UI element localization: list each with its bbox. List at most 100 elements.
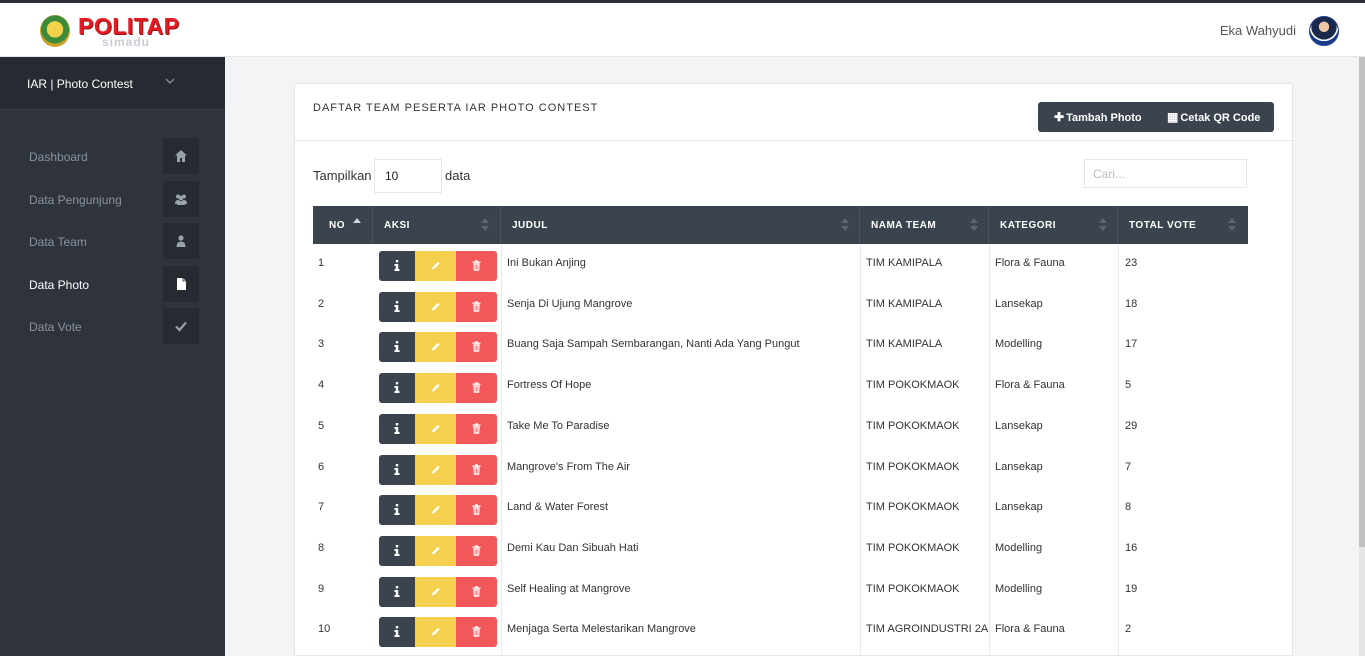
trash-icon xyxy=(472,504,481,515)
info-button[interactable] xyxy=(379,414,415,444)
cell-nama-team: TIM POKOKMAOK xyxy=(866,461,960,473)
table-row: 7 Land & Water Forest TIM POKOKMAOK Lans… xyxy=(313,488,1248,529)
info-icon xyxy=(394,260,400,271)
cell-total-vote: 2 xyxy=(1125,623,1132,635)
info-button[interactable] xyxy=(379,292,415,322)
cell-no: 7 xyxy=(318,501,325,513)
cell-total-vote: 16 xyxy=(1125,542,1138,554)
column-header-kategori[interactable]: KATEGORI xyxy=(989,206,1118,244)
cell-kategori: Modelling xyxy=(995,542,1043,554)
cell-judul: Take Me To Paradise xyxy=(507,420,610,432)
sidebar-item-data-vote[interactable]: Data Vote xyxy=(0,308,225,344)
trash-icon xyxy=(472,301,481,312)
column-header-nama-team[interactable]: NAMA TEAM xyxy=(860,206,989,244)
pencil-icon xyxy=(432,505,440,514)
column-header-total-vote[interactable]: TOTAL VOTE xyxy=(1118,206,1248,244)
delete-button[interactable] xyxy=(456,373,497,403)
trash-icon xyxy=(472,545,481,556)
politap-logo[interactable]: POLITAP simadu xyxy=(40,13,180,53)
column-header-judul[interactable]: JUDUL xyxy=(501,206,860,244)
delete-button[interactable] xyxy=(456,292,497,322)
info-button[interactable] xyxy=(379,577,415,607)
edit-button[interactable] xyxy=(415,373,456,403)
sidebar-item-label: Data Vote xyxy=(29,320,82,334)
edit-button[interactable] xyxy=(415,332,456,362)
pencil-icon xyxy=(432,261,440,270)
cell-kategori: Lansekap xyxy=(995,298,1043,310)
info-button[interactable] xyxy=(379,455,415,485)
cell-judul: Ini Bukan Anjing xyxy=(507,257,586,269)
info-button[interactable] xyxy=(379,495,415,525)
user-name[interactable]: Eka Wahyudi xyxy=(1220,23,1296,38)
sidebar-item-label: Data Photo xyxy=(29,278,90,292)
app-switcher[interactable]: IAR | Photo Contest xyxy=(0,57,225,110)
edit-button[interactable] xyxy=(415,414,456,444)
scrollbar-thumb[interactable] xyxy=(1359,57,1365,547)
cell-no: 8 xyxy=(318,542,325,554)
cell-no: 3 xyxy=(318,338,325,350)
info-icon xyxy=(394,626,400,637)
delete-button[interactable] xyxy=(456,332,497,362)
cell-judul: Senja Di Ujung Mangrove xyxy=(507,298,633,310)
add-photo-button[interactable]: ✚ Tambah Photo xyxy=(1054,102,1142,132)
delete-button[interactable] xyxy=(456,455,497,485)
page-length-select[interactable] xyxy=(374,159,442,193)
cell-total-vote: 29 xyxy=(1125,420,1138,432)
column-header-label: KATEGORI xyxy=(1000,220,1057,231)
cell-nama-team: TIM KAMIPALA xyxy=(866,257,943,269)
photo-list-card: DAFTAR TEAM PESERTA IAR PHOTO CONTEST ✚ T… xyxy=(294,83,1293,656)
info-icon xyxy=(394,423,400,434)
print-qr-label: Cetak QR Code xyxy=(1180,112,1261,124)
info-button[interactable] xyxy=(379,251,415,281)
pencil-icon xyxy=(432,342,440,351)
info-button[interactable] xyxy=(379,373,415,403)
trash-icon xyxy=(472,382,481,393)
sidebar-item-data-pengunjung[interactable]: Data Pengunjung xyxy=(0,181,225,217)
sidebar-item-dashboard[interactable]: Dashboard xyxy=(0,138,225,174)
page-length-label: Tampilkan xyxy=(313,168,372,183)
cell-nama-team: TIM POKOKMAOK xyxy=(866,583,960,595)
trash-icon xyxy=(472,341,481,352)
delete-button[interactable] xyxy=(456,577,497,607)
delete-button[interactable] xyxy=(456,414,497,444)
sidebar-item-data-team[interactable]: Data Team xyxy=(0,223,225,259)
column-header-label: AKSI xyxy=(384,220,410,231)
edit-button[interactable] xyxy=(415,495,456,525)
search-input[interactable] xyxy=(1084,159,1247,188)
edit-button[interactable] xyxy=(415,536,456,566)
delete-button[interactable] xyxy=(456,617,497,647)
trash-icon xyxy=(472,586,481,597)
delete-button[interactable] xyxy=(456,495,497,525)
print-qr-button[interactable]: ▦ Cetak QR Code xyxy=(1167,102,1260,132)
info-button[interactable] xyxy=(379,536,415,566)
add-photo-label: Tambah Photo xyxy=(1066,112,1142,124)
column-header-no[interactable]: NO xyxy=(313,206,373,244)
edit-button[interactable] xyxy=(415,617,456,647)
row-actions xyxy=(379,455,497,485)
sort-icon xyxy=(970,218,978,232)
trash-icon xyxy=(472,260,481,271)
sort-icon xyxy=(481,218,489,232)
sidebar-item-data-photo[interactable]: Data Photo xyxy=(0,266,225,302)
page-scrollbar[interactable] xyxy=(1359,57,1365,656)
edit-button[interactable] xyxy=(415,455,456,485)
info-button[interactable] xyxy=(379,617,415,647)
info-button[interactable] xyxy=(379,332,415,362)
cell-kategori: Lansekap xyxy=(995,420,1043,432)
pencil-icon xyxy=(432,302,440,311)
user-avatar[interactable] xyxy=(1309,16,1339,46)
edit-button[interactable] xyxy=(415,577,456,607)
edit-button[interactable] xyxy=(415,292,456,322)
delete-button[interactable] xyxy=(456,536,497,566)
info-icon xyxy=(394,586,400,597)
trash-icon xyxy=(472,423,481,434)
cell-no: 10 xyxy=(318,623,331,635)
delete-button[interactable] xyxy=(456,251,497,281)
info-icon xyxy=(394,464,400,475)
user-icon xyxy=(163,223,199,259)
users-icon xyxy=(163,181,199,217)
cell-nama-team: TIM KAMIPALA xyxy=(866,338,943,350)
edit-button[interactable] xyxy=(415,251,456,281)
column-header-aksi[interactable]: AKSI xyxy=(373,206,501,244)
table-row: 1 Ini Bukan Anjing TIM KAMIPALA Flora & … xyxy=(313,244,1248,285)
